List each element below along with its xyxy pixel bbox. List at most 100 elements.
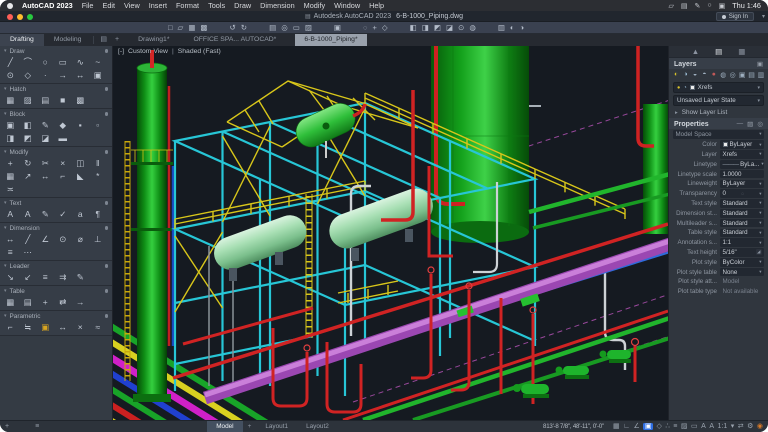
menu-edit[interactable]: Edit — [102, 1, 115, 10]
zoom-icon[interactable]: ◇ — [382, 24, 388, 32]
publish-icon[interactable]: ▨ — [305, 24, 312, 32]
viewport-visual-style[interactable]: Shaded (Fast) — [178, 48, 221, 55]
performance-icon[interactable]: ◉ — [757, 423, 763, 430]
tab-modeling[interactable]: Modeling — [44, 34, 92, 46]
print-preview-icon[interactable]: ◎ — [281, 24, 288, 32]
table-style-dropdown[interactable]: Standard ▾ — [720, 228, 764, 238]
pin-icon[interactable]: ◎ — [757, 120, 763, 128]
transparency-input[interactable]: 0 ◌ ▾ — [720, 189, 764, 198]
snap-tracking-icon[interactable]: ∴ — [665, 423, 669, 430]
panel-expander-icon[interactable] — [104, 87, 108, 91]
radius-dimension-icon[interactable]: ⊙ — [56, 233, 71, 245]
manage-attributes-icon[interactable]: ◪ — [38, 132, 53, 144]
edit-block-icon[interactable]: ✎ — [38, 119, 53, 131]
continue-dimension-icon[interactable]: ⋯ — [21, 246, 36, 258]
panel-expander-icon[interactable] — [104, 150, 108, 154]
ortho-icon[interactable]: ∟ — [623, 423, 630, 430]
menu-dimension[interactable]: Dimension — [260, 1, 294, 10]
dimension-style-dropdown[interactable]: Standard ▾ — [720, 208, 764, 218]
quick-select-icon[interactable]: ▨ — [747, 120, 753, 128]
lineweight-dropdown[interactable]: ByLayer ▾ — [720, 179, 764, 189]
text-style-dropdown[interactable]: Standard ▾ — [720, 199, 764, 208]
lock-constraint-icon[interactable]: ▣ — [38, 321, 53, 333]
annotation-autoscale-icon[interactable]: A — [709, 423, 714, 430]
write-block-icon[interactable]: ▪ — [73, 119, 88, 131]
array-tool-icon[interactable]: ▦ — [3, 170, 18, 182]
tab-drafting[interactable]: Drafting — [0, 34, 44, 46]
move-tool-icon[interactable]: + — [3, 157, 18, 169]
explode-tool-icon[interactable]: * — [91, 170, 106, 182]
coincident-constraint-icon[interactable]: ⌐ — [3, 321, 18, 333]
diameter-dimension-icon[interactable]: ⌀ — [73, 233, 88, 245]
layer-color-icon[interactable]: ● — [710, 71, 718, 79]
delete-constraint-icon[interactable]: × — [73, 321, 88, 333]
delete-layer-icon[interactable]: ◎ — [728, 71, 736, 79]
mirror-tool-icon[interactable]: ◫ — [73, 157, 88, 169]
linear-dimension-icon[interactable]: ↔ — [3, 233, 18, 245]
menu-modify[interactable]: Modify — [304, 1, 326, 10]
save-as-icon[interactable]: ▩ — [200, 24, 207, 32]
new-layout-plus-icon[interactable]: + — [243, 421, 257, 432]
collapse-triangle-icon[interactable]: ▾ — [4, 263, 7, 269]
parallel-constraint-icon[interactable]: ≒ — [21, 321, 36, 333]
stretch-tool-icon[interactable]: ↔ — [38, 170, 53, 182]
show-layer-list-toggle[interactable]: ▸ Show Layer List — [669, 106, 768, 118]
zoom-window-icon[interactable] — [27, 13, 33, 20]
offset-tool-icon[interactable]: ‖ — [91, 157, 106, 169]
notes-icon[interactable]: ✎ — [694, 2, 700, 10]
menu-draw[interactable]: Draw — [234, 1, 251, 10]
trim-tool-icon[interactable]: ✂ — [38, 157, 53, 169]
open-file-icon[interactable]: ▱ — [178, 24, 184, 32]
pan-icon[interactable]: + — [372, 24, 376, 32]
tab-layout1[interactable]: Layout1 — [256, 421, 297, 432]
ray-tool-icon[interactable]: → — [56, 69, 71, 81]
collapse-triangle-icon[interactable]: ▾ — [4, 313, 7, 319]
text-height-input[interactable]: 5/16" ◢ — [720, 248, 764, 257]
multileader-icon[interactable]: ↘ — [3, 271, 18, 283]
object-snap-icon[interactable]: ▣ — [643, 423, 653, 430]
workspace-switch-icon[interactable]: ▣ — [334, 24, 341, 32]
solid-fill-tool-icon[interactable]: ■ — [56, 94, 71, 106]
measure-icon[interactable]: ◩ — [434, 24, 441, 32]
add-leader-icon[interactable]: ↙ — [21, 271, 36, 283]
insert-row-icon[interactable]: + — [38, 296, 53, 308]
linetype-dropdown[interactable]: ——— ByLa... ▾ — [720, 159, 764, 169]
space-selector[interactable]: Model Space ▾ — [673, 130, 764, 139]
hatch-edit-tool-icon[interactable]: ▩ — [73, 94, 88, 106]
ordinate-dimension-icon[interactable]: ⊥ — [91, 233, 106, 245]
scale-tool-icon[interactable]: ↗ — [21, 170, 36, 182]
plot-style-table-dropdown[interactable]: None ▾ — [720, 267, 764, 277]
menu-format[interactable]: Format — [176, 1, 199, 10]
layer-states-icon[interactable]: ▤ — [747, 71, 755, 79]
panel-expander-icon[interactable] — [104, 289, 108, 293]
menu-window[interactable]: Window — [334, 1, 360, 10]
aligned-dimension-icon[interactable]: ╱ — [21, 233, 36, 245]
new-file-icon[interactable]: □ — [168, 24, 173, 32]
panel-expander-icon[interactable] — [104, 201, 108, 205]
selection-window-icon[interactable]: ◌ — [363, 24, 367, 32]
layer-freeze-icon[interactable]: ◑ — [681, 71, 689, 79]
units-icon[interactable]: ⇄ — [738, 423, 744, 430]
collect-leaders-icon[interactable]: ≡ — [38, 271, 53, 283]
close-window-icon[interactable] — [7, 13, 13, 20]
collapse-triangle-icon[interactable]: ▾ — [4, 200, 7, 206]
tool-sets-tab-icon[interactable]: ▲ — [692, 47, 699, 56]
tab-model[interactable]: Model — [207, 420, 243, 432]
content-tab-icon[interactable]: ▦ — [738, 47, 745, 56]
rectangle-tool-icon[interactable]: ▭ — [56, 56, 71, 68]
layers-toggle-icon[interactable]: ▥ — [498, 24, 505, 32]
orbit-icon[interactable]: ⊙ — [458, 24, 464, 32]
panel-expander-icon[interactable] — [104, 49, 108, 53]
menu-file[interactable]: File — [82, 1, 94, 10]
color-dropdown[interactable]: ByLayer ▾ — [720, 140, 764, 149]
collapse-triangle-icon[interactable]: ▾ — [4, 225, 7, 231]
edit-text-icon[interactable]: ✎ — [38, 208, 53, 220]
annotation-scale-dropdown[interactable]: 1:1 ▾ — [720, 238, 764, 247]
layer-state-dropdown[interactable]: Unsaved Layer State ▾ — [673, 95, 764, 106]
chamfer-tool-icon[interactable]: ◣ — [73, 170, 88, 182]
collapse-triangle-icon[interactable]: ▾ — [4, 48, 7, 54]
edit-table-icon[interactable]: ▤ — [21, 296, 36, 308]
panel-expander-icon[interactable] — [104, 314, 108, 318]
viewport[interactable]: [-] Custom View | Shaded (Fast) — [113, 46, 668, 420]
transparency-icon[interactable]: ▨ — [681, 423, 688, 430]
